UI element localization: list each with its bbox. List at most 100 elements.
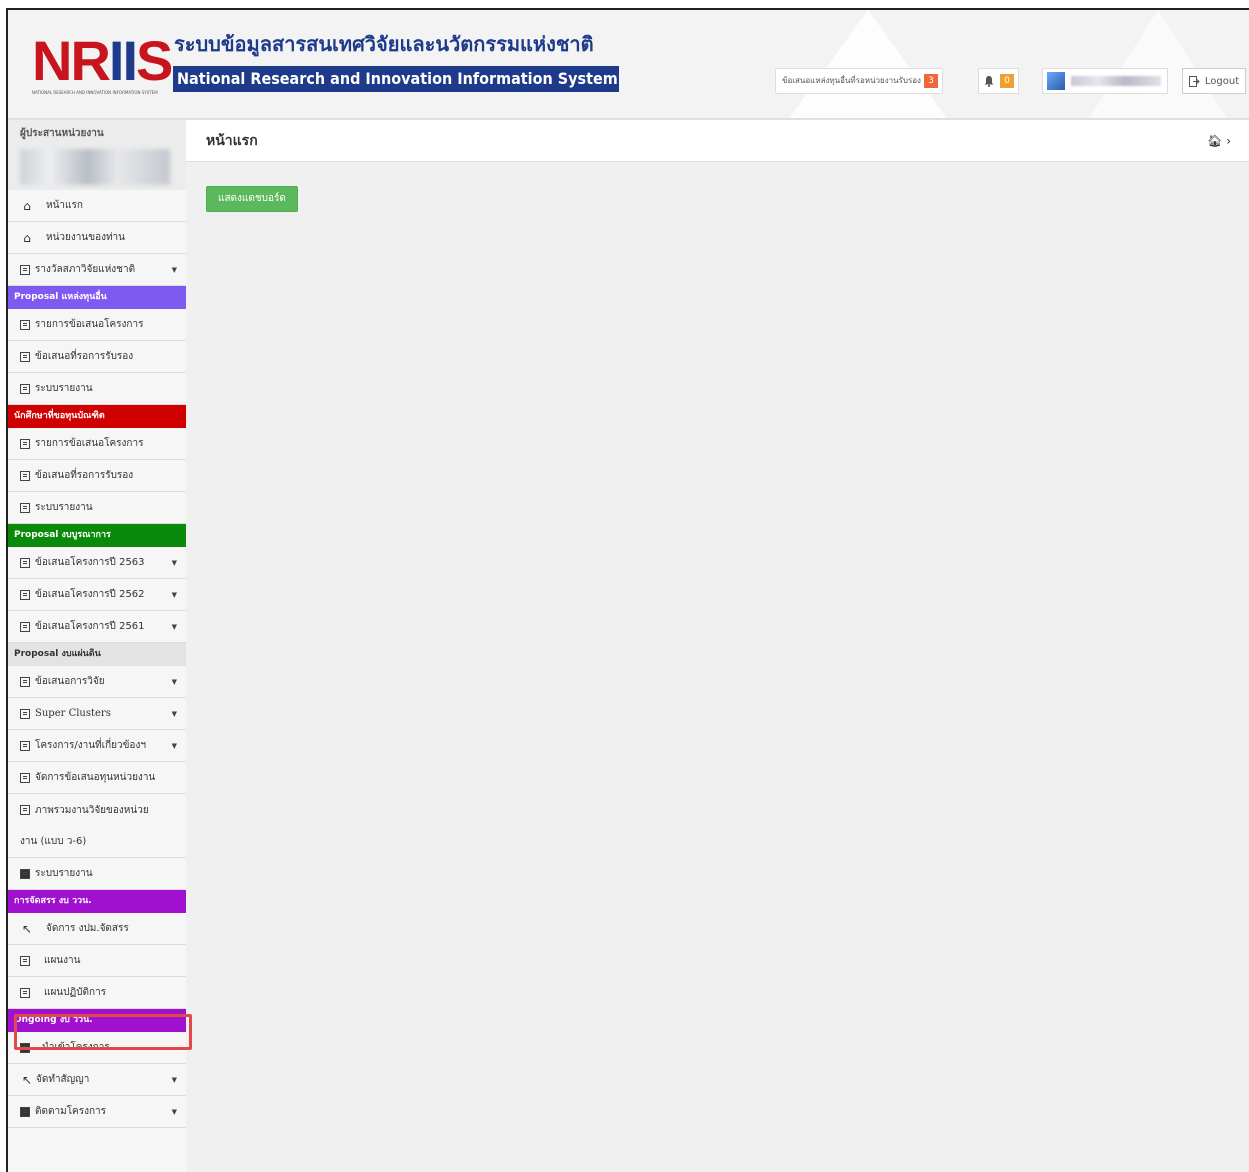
sidebar-item-label: งาน (แบบ ว-6) — [20, 836, 87, 847]
sidebar-item-your-unit[interactable]: ⌂ หน่วยงานของท่าน — [8, 222, 186, 254]
list-icon — [20, 708, 30, 719]
sidebar: ผู้ประสานหน่วยงาน ⌂ หน้าแรก ⌂ หน่วยงานขอ… — [8, 120, 186, 1172]
list-icon — [20, 589, 30, 600]
sidebar-item-manage-allocation[interactable]: ↖ จัดการ งปม.จัดสรร — [8, 913, 186, 945]
caret-down-icon: ▼ — [171, 559, 177, 567]
list-icon — [20, 955, 30, 966]
list-icon — [20, 987, 30, 998]
home-outline-icon: ⌂ — [23, 198, 31, 213]
main-content: หน้าแรก 🏠︎ › แสดงแดชบอร์ด — [186, 120, 1249, 1172]
sidebar-item-track-projects[interactable]: ติดตามโครงการ ▼ — [8, 1096, 186, 1128]
caret-down-icon: ▼ — [171, 591, 177, 599]
page-title: หน้าแรก — [206, 132, 258, 149]
sidebar-item-label: จัดการ งปม.จัดสรร — [46, 923, 129, 934]
sidebar-item-pending-approval[interactable]: ข้อเสนอที่รอการรับรอง — [8, 460, 186, 492]
sidebar-item-manage-unit-proposals[interactable]: จัดการข้อเสนอทุนหน่วยงาน — [8, 762, 186, 794]
sidebar-item-super-clusters[interactable]: Super Clusters ▼ — [8, 698, 186, 730]
list-icon — [20, 621, 30, 632]
list-icon — [20, 502, 30, 513]
sidebar-item-label: ระบบรายงาน — [35, 868, 93, 879]
sidebar-item-proposals-2563[interactable]: ข้อเสนอโครงการปี 2563 ▼ — [8, 547, 186, 579]
sidebar-item-proposals-2561[interactable]: ข้อเสนอโครงการปี 2561 ▼ — [8, 611, 186, 643]
caret-down-icon: ▼ — [171, 623, 177, 631]
sidebar-item-label: ข้อเสนอที่รอการรับรอง — [35, 351, 134, 362]
sidebar-item-research-overview-cont[interactable]: งาน (แบบ ว-6) — [8, 826, 186, 858]
sidebar-item-label: ภาพรวมงานวิจัยของหน่วย — [35, 804, 149, 816]
caret-down-icon: ▼ — [171, 266, 177, 274]
sidebar-item-proposals-list[interactable]: รายการข้อเสนอโครงการ — [8, 309, 186, 341]
bell-icon — [984, 76, 994, 87]
pending-proposals-label: ข้อเสนอแหล่งทุนอื่นที่รอหน่วยงานรับรอง — [782, 76, 921, 85]
list-icon — [20, 438, 30, 449]
sidebar-item-reports[interactable]: ระบบรายงาน — [8, 492, 186, 524]
sidebar-item-reports[interactable]: ระบบรายงาน — [8, 858, 186, 890]
sidebar-item-label: ข้อเสนอการวิจัย — [35, 676, 105, 687]
nriis-logo[interactable]: NRIIS NATIONAL RESEARCH AND INNOVATION I… — [32, 33, 178, 98]
sidebar-item-label: ติดตามโครงการ — [35, 1106, 107, 1117]
list-icon — [20, 805, 30, 815]
notifications-button[interactable]: 0 — [978, 68, 1019, 94]
section-header-budget-allocation: การจัดสรร งบ ววน. — [8, 890, 186, 913]
list-icon — [20, 319, 30, 330]
caret-down-icon: ▼ — [171, 742, 177, 750]
sidebar-item-label: รางวัลสภาวิจัยแห่งชาติ — [35, 264, 136, 275]
list-icon — [20, 383, 30, 394]
sidebar-item-proposals-list[interactable]: รายการข้อเสนอโครงการ — [8, 428, 186, 460]
sidebar-item-contracts[interactable]: ↖ จัดทำสัญญา ▼ — [8, 1064, 186, 1096]
sidebar-item-proposals-2562[interactable]: ข้อเสนอโครงการปี 2562 ▼ — [8, 579, 186, 611]
header-decoration — [788, 10, 948, 120]
sidebar-item-import-projects[interactable]: นำเข้าโครงการ — [8, 1032, 186, 1064]
caret-down-icon: ▼ — [171, 1108, 177, 1116]
sidebar-item-reports[interactable]: ระบบรายงาน — [8, 373, 186, 405]
sidebar-item-award[interactable]: รางวัลสภาวิจัยแห่งชาติ ▼ — [8, 254, 186, 286]
section-header-national-budget: Proposal งบแผ่นดิน — [8, 643, 186, 666]
pending-proposals-button[interactable]: ข้อเสนอแหล่งทุนอื่นที่รอหน่วยงานรับรอง 3 — [775, 68, 943, 94]
logout-icon — [1188, 75, 1200, 87]
breadcrumb[interactable]: 🏠︎ › — [1207, 134, 1231, 148]
avatar — [1047, 72, 1065, 90]
list-icon — [20, 772, 30, 783]
caret-down-icon: ▼ — [171, 1076, 177, 1084]
sidebar-item-label: ระบบรายงาน — [35, 383, 93, 394]
caret-down-icon: ▼ — [171, 710, 177, 718]
coordinator-label: ผู้ประสานหน่วยงาน — [20, 128, 104, 139]
cursor-icon: ↖ — [21, 921, 33, 936]
report-icon — [20, 868, 30, 879]
site-title-english: National Research and Innovation Informa… — [173, 66, 619, 92]
sidebar-item-research-overview[interactable]: ภาพรวมงานวิจัยของหน่วย — [8, 794, 186, 826]
browser-frame: NRIIS NATIONAL RESEARCH AND INNOVATION I… — [6, 8, 1249, 1172]
logo-tagline: NATIONAL RESEARCH AND INNOVATION INFORMA… — [32, 90, 158, 95]
pending-count-badge: 3 — [923, 74, 938, 88]
sidebar-item-action-plan[interactable]: แผนปฏิบัติการ — [8, 977, 186, 1009]
home-icon[interactable]: 🏠︎ — [1207, 134, 1222, 148]
sidebar-item-research-proposals[interactable]: ข้อเสนอการวิจัย ▼ — [8, 666, 186, 698]
sidebar-item-label: แผนงาน — [44, 955, 81, 966]
sidebar-item-home[interactable]: ⌂ หน้าแรก — [8, 190, 186, 222]
header-decoration — [1088, 10, 1228, 120]
list-icon — [20, 470, 30, 481]
sidebar-item-label: จัดการข้อเสนอทุนหน่วยงาน — [35, 772, 156, 783]
caret-down-icon: ▼ — [171, 678, 177, 686]
sidebar-item-related-projects[interactable]: โครงการ/งานที่เกี่ยวข้องฯ ▼ — [8, 730, 186, 762]
user-menu[interactable] — [1042, 68, 1168, 94]
sidebar-item-label: รายการข้อเสนอโครงการ — [35, 438, 144, 449]
cursor-icon: ↖ — [21, 1072, 33, 1087]
sidebar-item-label: โครงการ/งานที่เกี่ยวข้องฯ — [35, 740, 146, 751]
sidebar-item-label: จัดทำสัญญา — [36, 1074, 90, 1085]
grid-icon — [20, 1106, 30, 1117]
sidebar-item-label: หน้าแรก — [46, 200, 83, 211]
site-title-thai: ระบบข้อมูลสารสนเทศวิจัยและนวัตกรรมแห่งชา… — [174, 32, 594, 56]
page-header-bar: หน้าแรก 🏠︎ › — [186, 120, 1249, 162]
sidebar-item-label: ข้อเสนอโครงการปี 2563 — [35, 557, 145, 568]
list-icon — [20, 557, 30, 568]
folder-plus-icon — [20, 1042, 30, 1053]
list-icon — [20, 676, 30, 687]
logout-button[interactable]: Logout — [1182, 68, 1246, 94]
section-header-integrated-budget: Proposal งบบูรณาการ — [8, 524, 186, 547]
sidebar-item-label: ข้อเสนอโครงการปี 2561 — [35, 621, 145, 632]
show-dashboard-button[interactable]: แสดงแดชบอร์ด — [206, 186, 298, 212]
section-header-ongoing: Ongoing งบ ววน. — [8, 1009, 186, 1032]
user-name-blurred — [1071, 76, 1161, 86]
sidebar-item-pending-approval[interactable]: ข้อเสนอที่รอการรับรอง — [8, 341, 186, 373]
sidebar-item-plans[interactable]: แผนงาน — [8, 945, 186, 977]
